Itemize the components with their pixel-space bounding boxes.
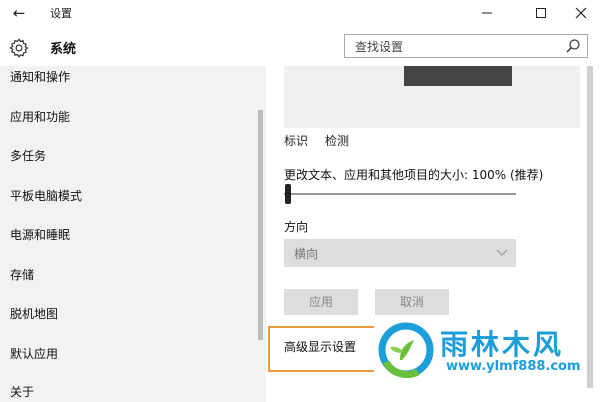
apply-button[interactable]: 应用 — [284, 289, 358, 315]
scale-slider-track[interactable] — [284, 193, 516, 195]
minimize-button[interactable] — [470, 2, 504, 24]
back-arrow-icon[interactable]: ← — [8, 3, 30, 23]
section-title: 系统 — [50, 42, 77, 57]
sidebar-item-multitasking[interactable]: 多任务 — [10, 147, 46, 164]
minimize-icon — [482, 12, 492, 14]
close-button[interactable] — [564, 2, 598, 24]
orientation-select[interactable] — [284, 239, 516, 267]
gear-icon — [9, 38, 29, 58]
sidebar-item-notifications[interactable]: 通知和操作 — [10, 68, 70, 85]
sidebar-scrollbar[interactable] — [258, 110, 263, 340]
advanced-display-settings-link[interactable]: 高级显示设置 — [284, 338, 356, 355]
monitor-icon[interactable] — [404, 66, 512, 86]
sidebar-item-default-apps[interactable]: 默认应用 — [10, 345, 58, 362]
watermark-brand: 雨林木风 — [440, 328, 565, 361]
chevron-down-icon — [496, 249, 508, 256]
ylmf-logo-icon — [378, 322, 434, 378]
window-title: 设置 — [50, 7, 72, 20]
identify-link[interactable]: 标识 — [284, 132, 308, 149]
maximize-icon — [536, 8, 546, 18]
detect-link[interactable]: 检测 — [325, 132, 349, 149]
close-icon — [575, 7, 587, 19]
search-placeholder: 查找设置 — [355, 40, 404, 54]
search-icon[interactable] — [565, 38, 581, 54]
sidebar-item-about[interactable]: 关于 — [10, 383, 34, 400]
orientation-value: 横向 — [294, 247, 319, 261]
main-scrollbar[interactable] — [587, 66, 593, 388]
sidebar-item-apps-features[interactable]: 应用和功能 — [10, 108, 70, 125]
sidebar-item-offline-maps[interactable]: 脱机地图 — [10, 305, 58, 322]
cancel-button[interactable]: 取消 — [375, 289, 449, 315]
orientation-label: 方向 — [284, 220, 309, 234]
sidebar-item-storage[interactable]: 存储 — [10, 266, 34, 283]
maximize-button[interactable] — [524, 2, 558, 24]
watermark-url: www.ylmf888.com — [446, 359, 581, 374]
scale-slider-thumb[interactable] — [285, 184, 291, 204]
title-bar — [0, 0, 600, 26]
sidebar-item-power-sleep[interactable]: 电源和睡眠 — [10, 226, 70, 243]
sidebar-item-tablet-mode[interactable]: 平板电脑模式 — [10, 187, 82, 204]
scale-label: 更改文本、应用和其他项目的大小: 100% (推荐) — [284, 168, 544, 182]
